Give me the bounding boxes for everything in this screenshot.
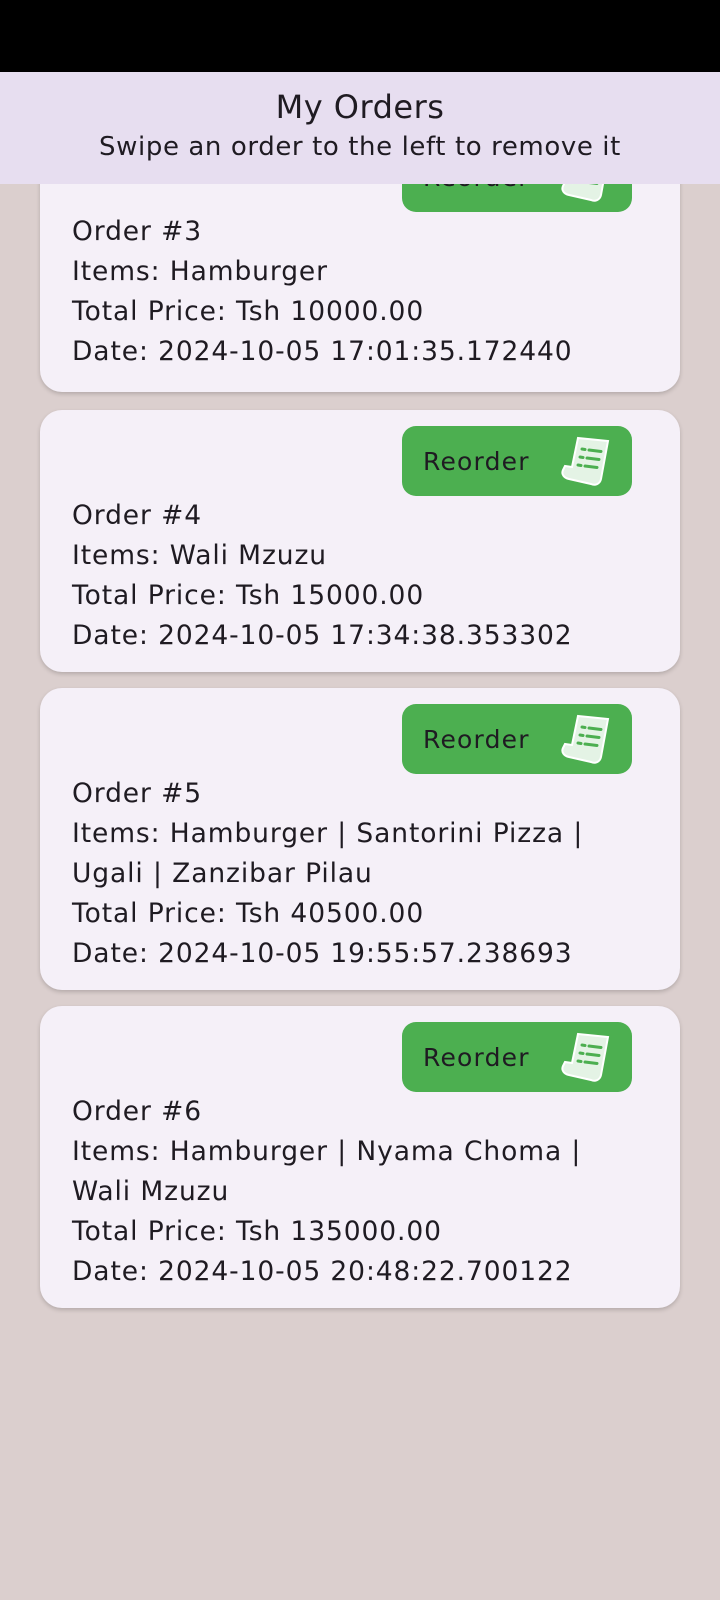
order-items: Items: Hamburger | Nyama Choma |	[72, 1136, 582, 1167]
orders-list[interactable]: Reorder Order #3 Items: Hamburger Total …	[0, 0, 720, 1600]
order-card[interactable]: Reorder Order #5 Items: Hamburger | Sant…	[40, 688, 680, 990]
reorder-button[interactable]: Reorder	[402, 704, 632, 774]
order-total-price: Total Price: Tsh 15000.00	[72, 580, 425, 611]
reorder-button-label: Reorder	[423, 724, 530, 754]
reorder-button[interactable]: Reorder	[402, 1022, 632, 1092]
page-subtitle: Swipe an order to the left to remove it	[99, 132, 621, 162]
reorder-button-label: Reorder	[423, 1042, 530, 1072]
receipt-icon	[561, 436, 610, 486]
order-items: Items: Hamburger | Santorini Pizza |	[72, 818, 584, 849]
order-number: Order #3	[72, 216, 202, 247]
order-date: Date: 2024-10-05 20:48:22.700122	[72, 1256, 573, 1287]
order-date: Date: 2024-10-05 17:01:35.172440	[72, 336, 573, 367]
order-card[interactable]: Reorder Order #6 Items: Hamburger | Nyam…	[40, 1006, 680, 1308]
order-items-continued: Ugali | Zanzibar Pilau	[72, 858, 373, 889]
receipt-icon	[561, 1032, 610, 1082]
order-card[interactable]: Reorder Order #4 Items: Wali Mzuzu Total…	[40, 410, 680, 672]
receipt-icon	[561, 714, 610, 764]
reorder-button[interactable]: Reorder	[402, 426, 632, 496]
order-number: Order #5	[72, 778, 202, 809]
reorder-button-label: Reorder	[423, 446, 530, 476]
app-bar: My Orders Swipe an order to the left to …	[0, 72, 720, 184]
order-items: Items: Hamburger	[72, 256, 328, 287]
order-number: Order #6	[72, 1096, 202, 1127]
order-total-price: Total Price: Tsh 10000.00	[72, 296, 425, 327]
order-items: Items: Wali Mzuzu	[72, 540, 327, 571]
page-title: My Orders	[275, 88, 445, 126]
order-date: Date: 2024-10-05 17:34:38.353302	[72, 620, 573, 651]
order-items-continued: Wali Mzuzu	[72, 1176, 230, 1207]
order-total-price: Total Price: Tsh 135000.00	[72, 1216, 442, 1247]
order-date: Date: 2024-10-05 19:55:57.238693	[72, 938, 573, 969]
order-number: Order #4	[72, 500, 202, 531]
order-total-price: Total Price: Tsh 40500.00	[72, 898, 425, 929]
